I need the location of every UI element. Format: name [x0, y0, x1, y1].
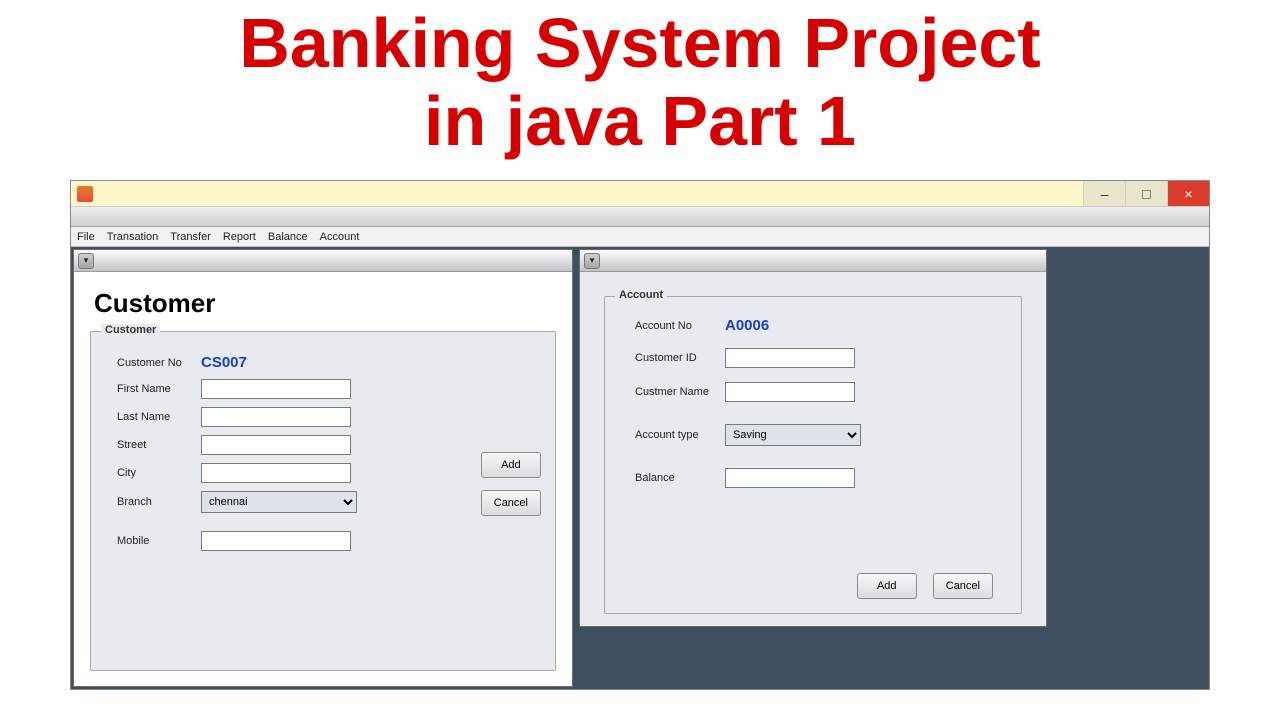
first-name-input[interactable] [201, 379, 351, 399]
customer-name-label: Custmer Name [615, 386, 725, 398]
first-name-label: First Name [101, 383, 201, 395]
menubar: File Transation Transfer Report Balance … [71, 227, 1209, 247]
customer-frame-titlebar[interactable]: ▾ [74, 250, 572, 272]
account-no-value: A0006 [725, 317, 769, 334]
street-label: Street [101, 439, 201, 451]
customer-name-input[interactable] [725, 382, 855, 402]
branch-select[interactable]: chennai [201, 491, 357, 513]
customer-id-input[interactable] [725, 348, 855, 368]
system-menu-icon[interactable]: ▾ [584, 253, 600, 269]
city-input[interactable] [201, 463, 351, 483]
mdi-desktop: ▾ Customer Customer Customer No CS007 Fi… [71, 247, 1209, 689]
mobile-input[interactable] [201, 531, 351, 551]
menu-file[interactable]: File [77, 231, 95, 243]
menu-transfer[interactable]: Transfer [170, 231, 211, 243]
system-menu-icon[interactable]: ▾ [78, 253, 94, 269]
customer-add-button[interactable]: Add [481, 452, 541, 478]
headline-line-2: in java Part 1 [0, 78, 1280, 156]
menu-transation[interactable]: Transation [107, 231, 159, 243]
frame-titlebar [71, 207, 1209, 227]
branch-label: Branch [101, 496, 201, 508]
menu-account[interactable]: Account [320, 231, 360, 243]
account-frame-titlebar[interactable]: ▾ [580, 250, 1046, 272]
customer-no-label: Customer No [101, 357, 201, 369]
customer-legend: Customer [101, 324, 160, 336]
account-no-label: Account No [615, 320, 725, 332]
headline-line-1: Banking System Project [0, 0, 1280, 78]
customer-internal-frame: ▾ Customer Customer Customer No CS007 Fi… [73, 249, 573, 687]
menu-report[interactable]: Report [223, 231, 256, 243]
customer-no-value: CS007 [201, 354, 247, 371]
account-add-button[interactable]: Add [857, 573, 917, 599]
account-cancel-button[interactable]: Cancel [933, 573, 993, 599]
customer-id-label: Customer ID [615, 352, 725, 364]
account-fieldset: Account Account No A0006 Customer ID Cus… [604, 296, 1022, 614]
street-input[interactable] [201, 435, 351, 455]
app-window: – □ × File Transation Transfer Report Ba… [70, 180, 1210, 690]
last-name-label: Last Name [101, 411, 201, 423]
balance-input[interactable] [725, 468, 855, 488]
java-icon [77, 186, 93, 202]
account-internal-frame: ▾ Account Account No A0006 Customer ID C… [579, 249, 1047, 627]
close-button[interactable]: × [1167, 181, 1209, 206]
account-type-label: Account type [615, 429, 725, 441]
mobile-label: Mobile [101, 535, 201, 547]
last-name-input[interactable] [201, 407, 351, 427]
os-titlebar: – □ × [71, 181, 1209, 207]
customer-heading: Customer [94, 288, 556, 319]
minimize-button[interactable]: – [1083, 181, 1125, 206]
account-legend: Account [615, 289, 667, 301]
customer-cancel-button[interactable]: Cancel [481, 490, 541, 516]
balance-label: Balance [615, 472, 725, 484]
customer-fieldset: Customer Customer No CS007 First Name La… [90, 331, 556, 671]
account-type-select[interactable]: Saving [725, 424, 861, 446]
city-label: City [101, 467, 201, 479]
maximize-button[interactable]: □ [1125, 181, 1167, 206]
menu-balance[interactable]: Balance [268, 231, 308, 243]
